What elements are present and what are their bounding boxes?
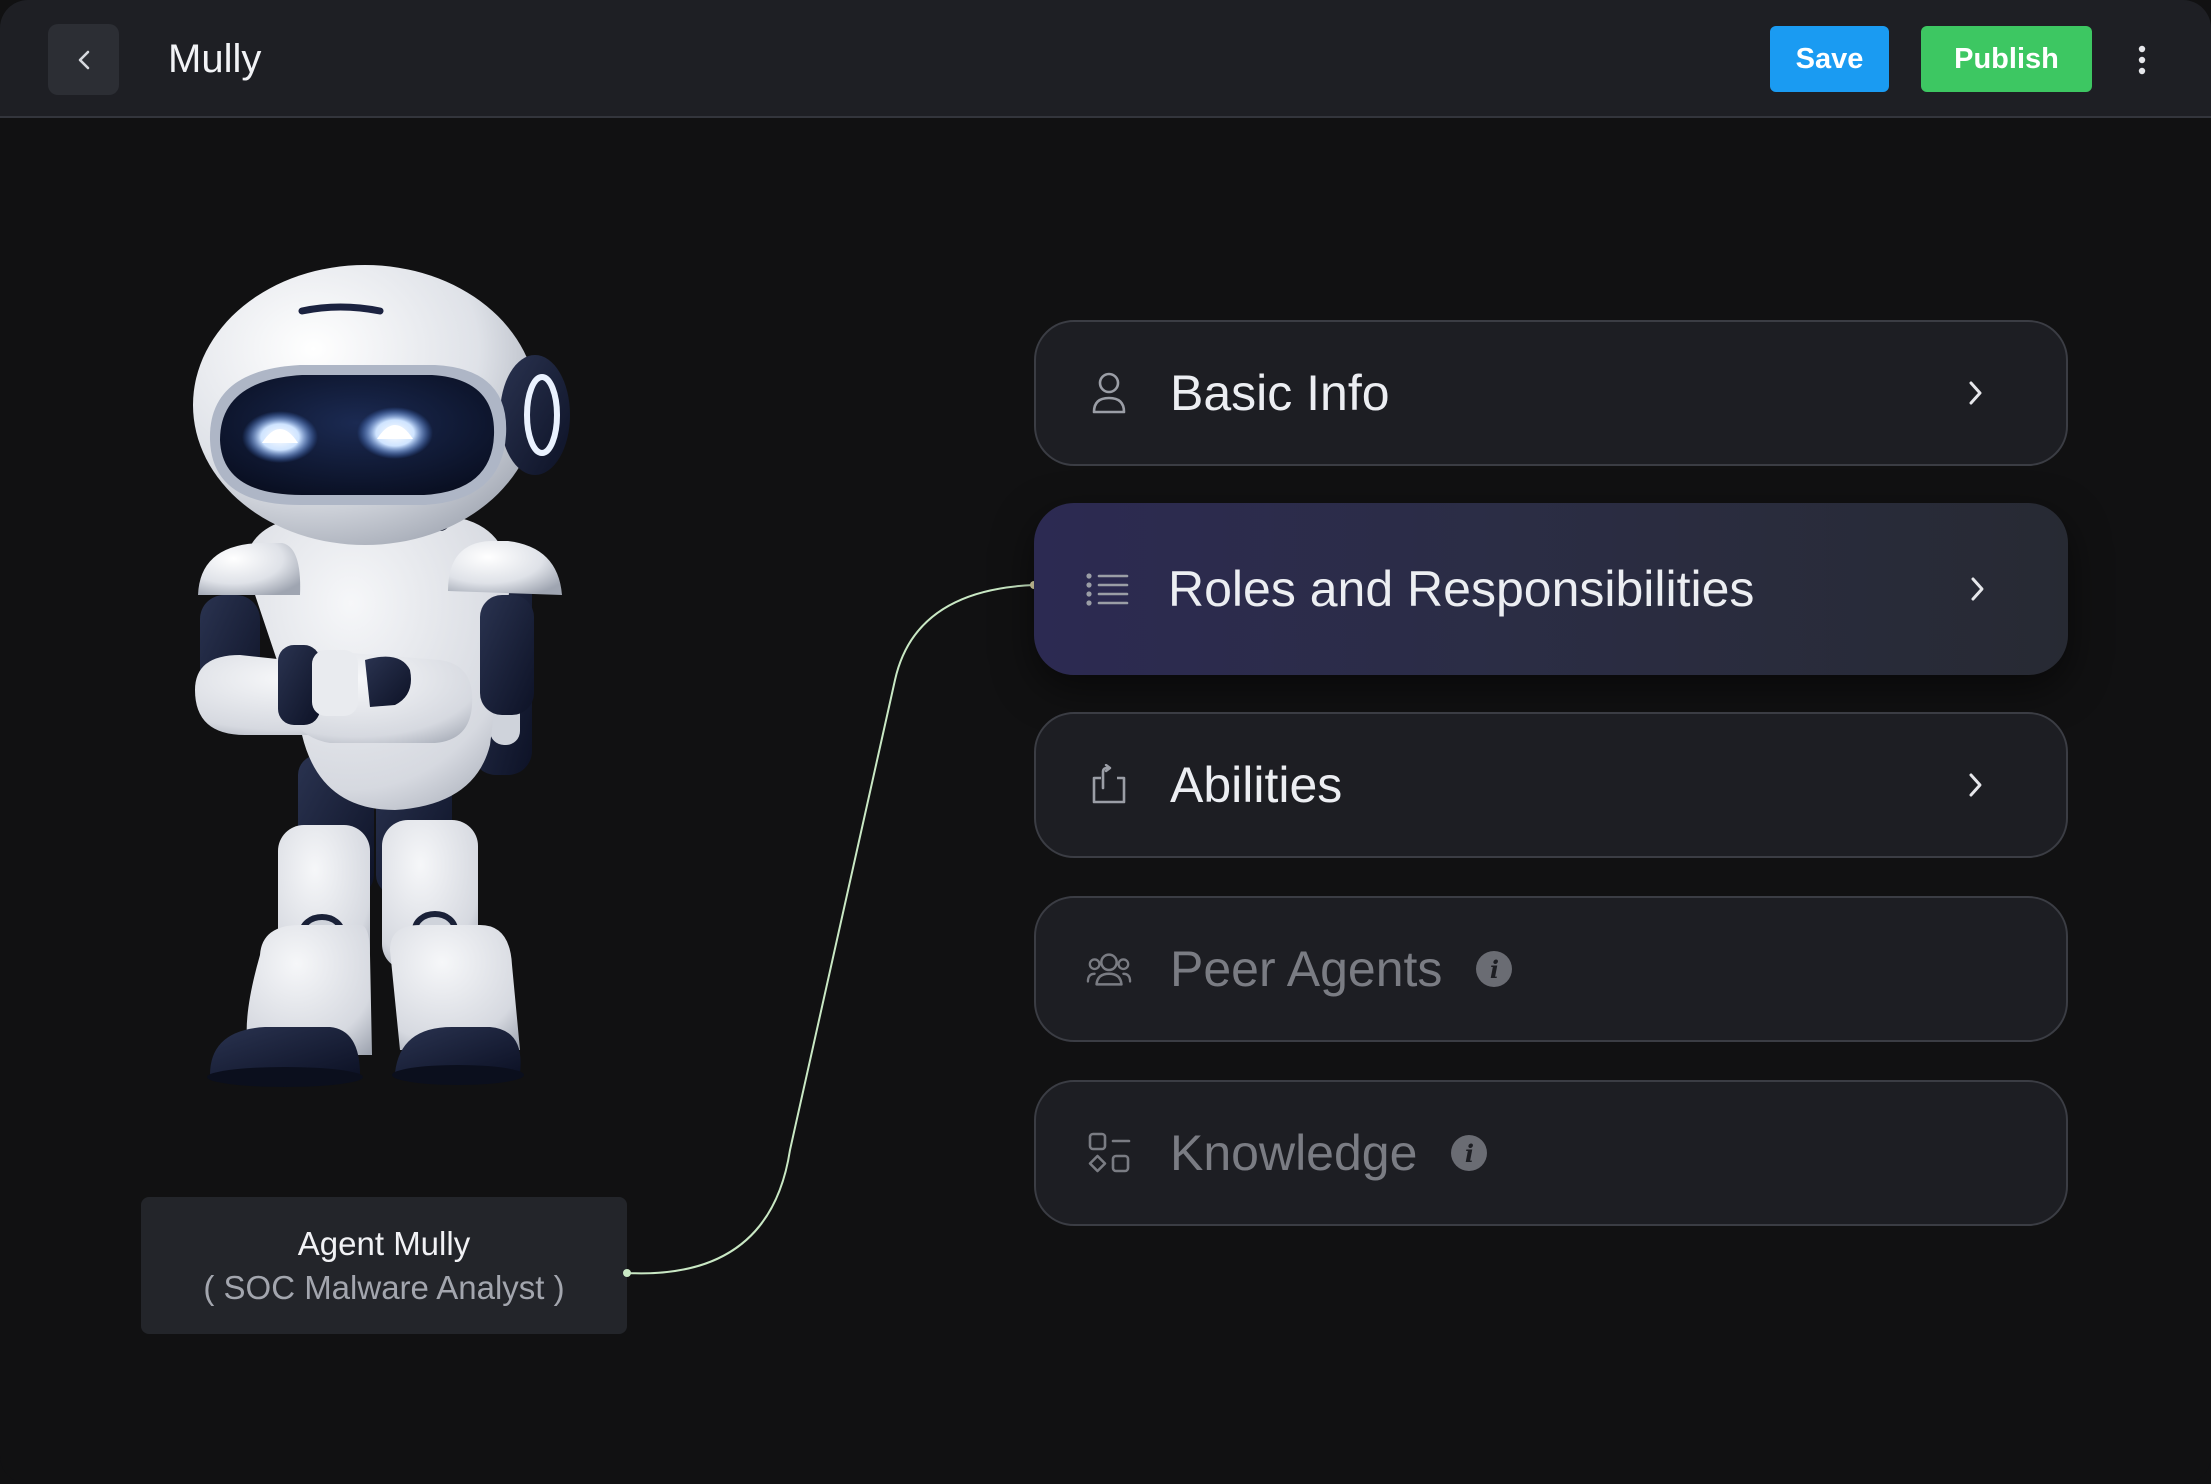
kebab-menu-icon xyxy=(2138,45,2146,75)
info-icon[interactable]: i xyxy=(1451,1135,1488,1171)
group-icon xyxy=(1086,946,1132,992)
agent-name: Agent Mully xyxy=(297,1224,471,1262)
chevron-right-icon xyxy=(1964,571,1992,607)
more-options-button[interactable] xyxy=(2120,34,2164,86)
menu-item-basic-info[interactable]: Basic Info xyxy=(1034,320,2068,466)
menu-item-knowledge: Knowledge i xyxy=(1034,1080,2068,1226)
top-bar: Mully Save Publish xyxy=(0,0,2211,118)
menu-item-label: Abilities xyxy=(1170,757,1343,813)
save-button[interactable]: Save xyxy=(1770,26,1889,92)
shapes-icon xyxy=(1086,1130,1132,1176)
menu-item-label: Peer Agents xyxy=(1170,941,1443,997)
chevron-right-icon xyxy=(1962,767,1990,803)
person-icon xyxy=(1086,370,1132,416)
agent-editor-window: Mully Save Publish Agent Mully (SOC Mal… xyxy=(0,0,2211,1484)
agent-label-card: Agent Mully ( SOC Malware Analyst ) xyxy=(141,1197,627,1334)
menu-item-abilities[interactable]: Abilities xyxy=(1034,712,2068,858)
menu-item-label: Knowledge xyxy=(1170,1125,1418,1181)
chevron-left-icon xyxy=(78,50,89,69)
page-title: Mully xyxy=(168,37,262,81)
info-icon[interactable]: i xyxy=(1476,951,1513,987)
back-button[interactable] xyxy=(48,24,119,95)
publish-button[interactable]: Publish xyxy=(1921,26,2092,92)
list-icon xyxy=(1084,566,1130,612)
share-icon xyxy=(1086,762,1132,808)
agent-role: ( SOC Malware Analyst ) xyxy=(203,1268,565,1306)
menu-item-label: Basic Info xyxy=(1170,365,1390,421)
robot-avatar xyxy=(193,265,570,1087)
chevron-right-icon xyxy=(1962,375,1990,411)
menu-item-label: Roles and Responsibilities xyxy=(1168,561,1755,617)
menu-item-roles-and-responsibilities[interactable]: Roles and Responsibilities xyxy=(1034,503,2068,675)
menu-item-peer-agents: Peer Agents i xyxy=(1034,896,2068,1042)
